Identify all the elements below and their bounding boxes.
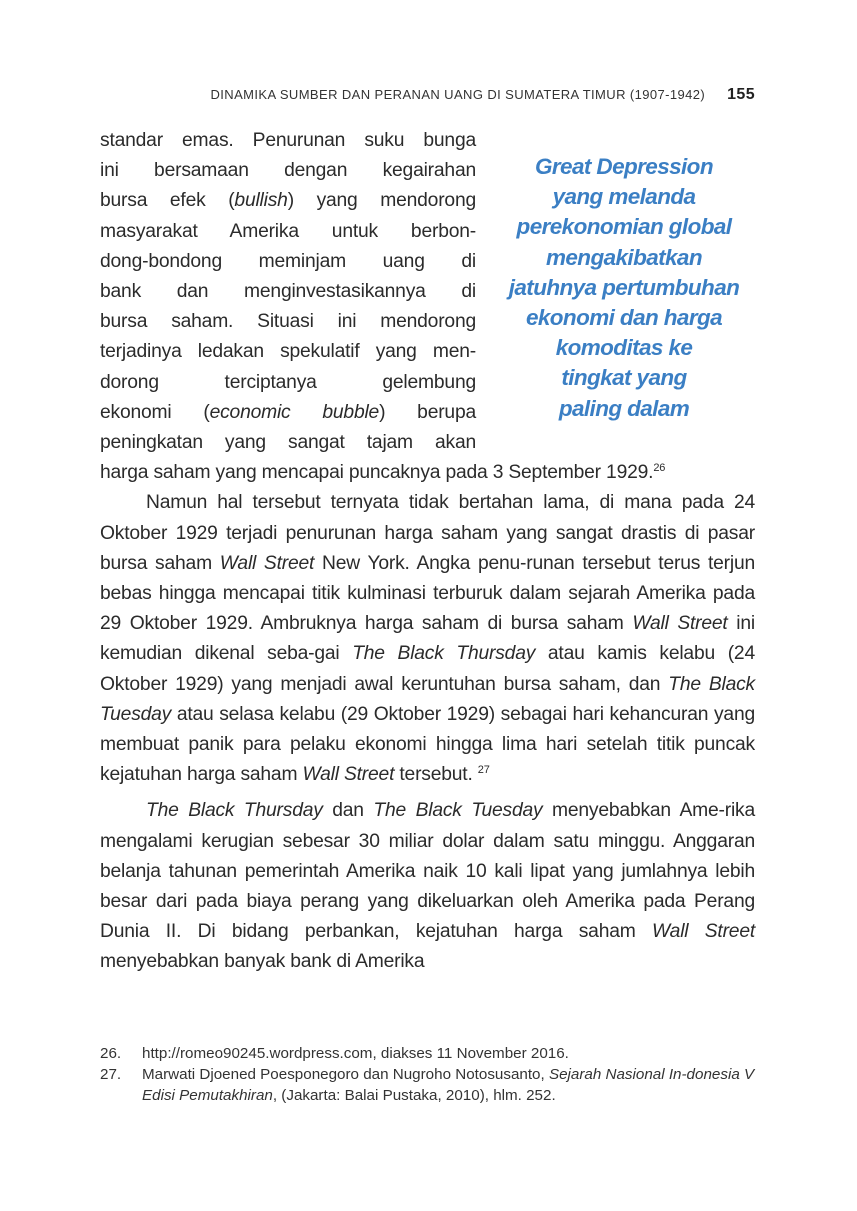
text-line: bursa efek (bullish) yang mendorong [100, 190, 476, 212]
body-text: standar emas. Penurunan suku bunga ini b… [100, 126, 755, 978]
emphasis: economic bubble [209, 401, 380, 423]
text-line: standar emas. Penurunan suku bunga [100, 130, 476, 151]
footnote-number: 27. [100, 1066, 122, 1083]
paragraph-1-tail: harga saham yang mencapai puncaknya pada… [100, 462, 666, 484]
footnote-number: 26. [100, 1045, 122, 1062]
footnote-ref-27: 27 [477, 764, 490, 777]
footnote-text: Marwati Djoened Poesponegoro dan Nugroho… [142, 1066, 755, 1104]
footnote-text: http://romeo90245.wordpress.com, diakses… [142, 1045, 569, 1062]
text-line: bursa saham. Situasi ini mendorong [100, 311, 476, 333]
text-line: terjadinya ledakan spekulatif yang men- [100, 341, 476, 363]
text-line: dong-bondong meminjam uang di [100, 250, 476, 272]
paragraph-1-narrow-column: standar emas. Penurunan suku bunga ini b… [100, 126, 476, 458]
text-line: ekonomi (economic bubble) berupa [100, 401, 477, 423]
running-header: DINAMIKA SUMBER DAN PERANAN UANG DI SUMA… [100, 86, 755, 104]
running-title: DINAMIKA SUMBER DAN PERANAN UANG DI SUMA… [210, 87, 706, 102]
text-line: masyarakat Amerika untuk berbon- [100, 220, 476, 242]
paragraph-2: Namun hal tersebut ternyata tidak bertah… [100, 492, 756, 786]
text-line: dorong terciptanya gelembung [100, 371, 476, 393]
footnote-26: 26. http://romeo90245.wordpress.com, dia… [100, 1043, 755, 1064]
emphasis: bullish [234, 190, 288, 212]
text-line: peningkatan yang sangat tajam akan [100, 432, 476, 454]
text-line: bank dan menginvestasikannya di [100, 281, 476, 303]
paragraph-3: The Black Thursday dan The Black Tuesday… [100, 800, 755, 973]
footnotes: 26. http://romeo90245.wordpress.com, dia… [100, 1043, 755, 1106]
text-line: ini bersamaan dengan kegairahan [100, 160, 476, 182]
footnote-ref-26: 26 [653, 462, 666, 475]
footnote-27: 27. Marwati Djoened Poesponegoro dan Nug… [100, 1064, 755, 1106]
page-number: 155 [727, 86, 755, 103]
